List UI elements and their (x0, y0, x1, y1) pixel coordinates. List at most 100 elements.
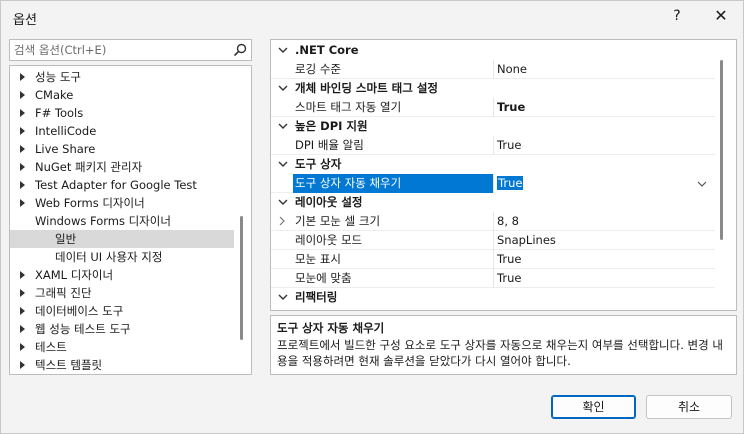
chevron-down-icon[interactable] (277, 196, 289, 208)
property-value-text: True (497, 271, 522, 285)
tree-item-label: 텍스트 템플릿 (35, 358, 103, 372)
expand-arrow-icon[interactable] (20, 127, 25, 135)
expand-arrow-icon[interactable] (20, 163, 25, 171)
tree-item-label: Web Forms 디자이너 (35, 196, 145, 210)
tree-item[interactable]: 그래픽 진단 (10, 284, 234, 302)
tree-item-label: F# Tools (35, 106, 84, 120)
category-label: 도구 상자 (295, 157, 342, 171)
category-label: 레이아웃 설정 (295, 195, 363, 209)
grid-property-row[interactable]: DPI 배율 알림 True (271, 136, 715, 155)
tree-item[interactable]: 테스트 (10, 338, 234, 356)
tree-item-label: CMake (35, 88, 74, 102)
grid-property-row[interactable]: 기본 모눈 셀 크기 8, 8 (271, 212, 715, 231)
grid-scrollbar[interactable] (720, 60, 723, 240)
property-value[interactable]: True (493, 174, 715, 193)
chevron-right-icon[interactable] (277, 216, 287, 226)
property-value[interactable]: True (493, 136, 715, 155)
category-label: .NET Core (295, 43, 359, 57)
property-value-text: True (497, 252, 522, 266)
tree-item-label: 성능 도구 (35, 70, 81, 84)
property-value[interactable]: None (493, 60, 715, 79)
tree-item[interactable]: 텍스트 템플릿 (10, 356, 234, 374)
chevron-down-icon[interactable] (277, 291, 289, 303)
search-input[interactable] (14, 42, 229, 58)
expand-arrow-icon[interactable] (20, 271, 25, 279)
tree-scrollbar[interactable] (240, 216, 243, 340)
close-icon[interactable]: ✕ (707, 5, 735, 27)
grid-category[interactable]: 리팩터링 (271, 288, 715, 307)
tree-item-label: 데이터베이스 도구 (35, 304, 124, 318)
expand-arrow-icon[interactable] (20, 199, 25, 207)
property-name: 레이아웃 모드 (295, 233, 363, 247)
grid-category[interactable]: 높은 DPI 지원 (271, 117, 715, 136)
expand-arrow-icon[interactable] (20, 73, 25, 81)
tree-item[interactable]: IntelliCode (10, 122, 234, 140)
search-box (9, 39, 252, 61)
grid-category[interactable]: .NET Core (271, 41, 715, 60)
title-bar: 옵션 ? ✕ (1, 1, 743, 33)
tree-item[interactable]: Web Forms 디자이너 (10, 194, 234, 212)
help-icon[interactable]: ? (665, 5, 689, 27)
property-value[interactable]: True (493, 98, 715, 117)
expand-arrow-icon[interactable] (20, 181, 25, 189)
chevron-down-icon[interactable] (277, 44, 289, 56)
tree-item[interactable]: Windows Forms 디자이너 (10, 212, 234, 230)
expand-arrow-icon[interactable] (20, 307, 25, 315)
category-label: 리팩터링 (295, 290, 338, 304)
dropdown-chevron-icon[interactable] (695, 177, 709, 191)
property-value-text: True (497, 138, 522, 152)
property-value[interactable]: SnapLines (493, 231, 715, 250)
tree-item-label: Windows Forms 디자이너 (35, 214, 171, 228)
tree-item[interactable]: 성능 도구 (10, 68, 234, 86)
grid-property-row[interactable]: 레이아웃 모드 SnapLines (271, 231, 715, 250)
dialog-title: 옵션 (13, 13, 37, 28)
property-value[interactable]: True (493, 250, 715, 269)
expand-arrow-icon[interactable] (20, 325, 25, 333)
description-title: 도구 상자 자동 채우기 (277, 321, 385, 335)
property-name: 도구 상자 자동 채우기 (293, 174, 493, 193)
tree-item-label: IntelliCode (35, 124, 97, 138)
grid-property-row[interactable]: 스마트 태그 자동 열기 True (271, 98, 715, 117)
category-label: 높은 DPI 지원 (295, 119, 368, 133)
tree-item[interactable]: Live Share (10, 140, 234, 158)
expand-arrow-icon[interactable] (20, 91, 25, 99)
property-name: 스마트 태그 자동 열기 (295, 100, 402, 114)
expand-arrow-icon[interactable] (20, 289, 25, 297)
property-value[interactable]: 8, 8 (493, 212, 715, 231)
grid-category[interactable]: 레이아웃 설정 (271, 193, 715, 212)
tree-item[interactable]: NuGet 패키지 관리자 (10, 158, 234, 176)
search-icon[interactable] (233, 43, 247, 57)
property-name: 모눈 표시 (295, 252, 341, 266)
chevron-down-icon[interactable] (277, 82, 289, 94)
grid-category[interactable]: 개체 바인딩 스마트 태그 설정 (271, 79, 715, 98)
cancel-button[interactable]: 취소 (646, 395, 732, 419)
expand-arrow-icon[interactable] (20, 361, 25, 369)
tree-item[interactable]: Test Adapter for Google Test (10, 176, 234, 194)
property-grid: .NET Core 로깅 수준 None 개체 바인딩 스마트 태그 설정 스마트 태그… (270, 39, 737, 311)
tree-item[interactable]: F# Tools (10, 104, 234, 122)
grid-property-row[interactable]: 도구 상자 자동 채우기 True (271, 174, 715, 193)
property-value-text: True (497, 176, 524, 190)
tree-item[interactable]: 데이터베이스 도구 (10, 302, 234, 320)
ok-button[interactable]: 확인 (551, 395, 636, 419)
options-dialog: 옵션 ? ✕ 성능 도구 CMake F# Tools IntelliCode Live… (0, 0, 744, 434)
description-text: 프로젝트에서 빌드한 구성 요소로 도구 상자를 자동으로 채우는지 여부를 선… (277, 338, 723, 368)
grid-property-row[interactable]: 모눈 표시 True (271, 250, 715, 269)
tree-item[interactable]: 데이터 UI 사용자 지정 (10, 248, 234, 266)
grid-category[interactable]: 도구 상자 (271, 155, 715, 174)
property-value-text: True (497, 100, 526, 114)
grid-property-row[interactable]: 모눈에 맞춤 True (271, 269, 715, 288)
tree-item[interactable]: 일반 (10, 230, 234, 248)
tree-item-label: 그래픽 진단 (35, 286, 92, 300)
expand-arrow-icon[interactable] (20, 145, 25, 153)
tree-item[interactable]: CMake (10, 86, 234, 104)
expand-arrow-icon[interactable] (20, 109, 25, 117)
property-value[interactable]: True (493, 269, 715, 288)
chevron-down-icon[interactable] (277, 120, 289, 132)
grid-property-row[interactable]: 로깅 수준 None (271, 60, 715, 79)
tree-item[interactable]: 웹 성능 테스트 도구 (10, 320, 234, 338)
chevron-down-icon[interactable] (277, 158, 289, 170)
tree-item[interactable]: XAML 디자이너 (10, 266, 234, 284)
tree-item-label: 데이터 UI 사용자 지정 (55, 250, 163, 264)
expand-arrow-icon[interactable] (20, 343, 25, 351)
